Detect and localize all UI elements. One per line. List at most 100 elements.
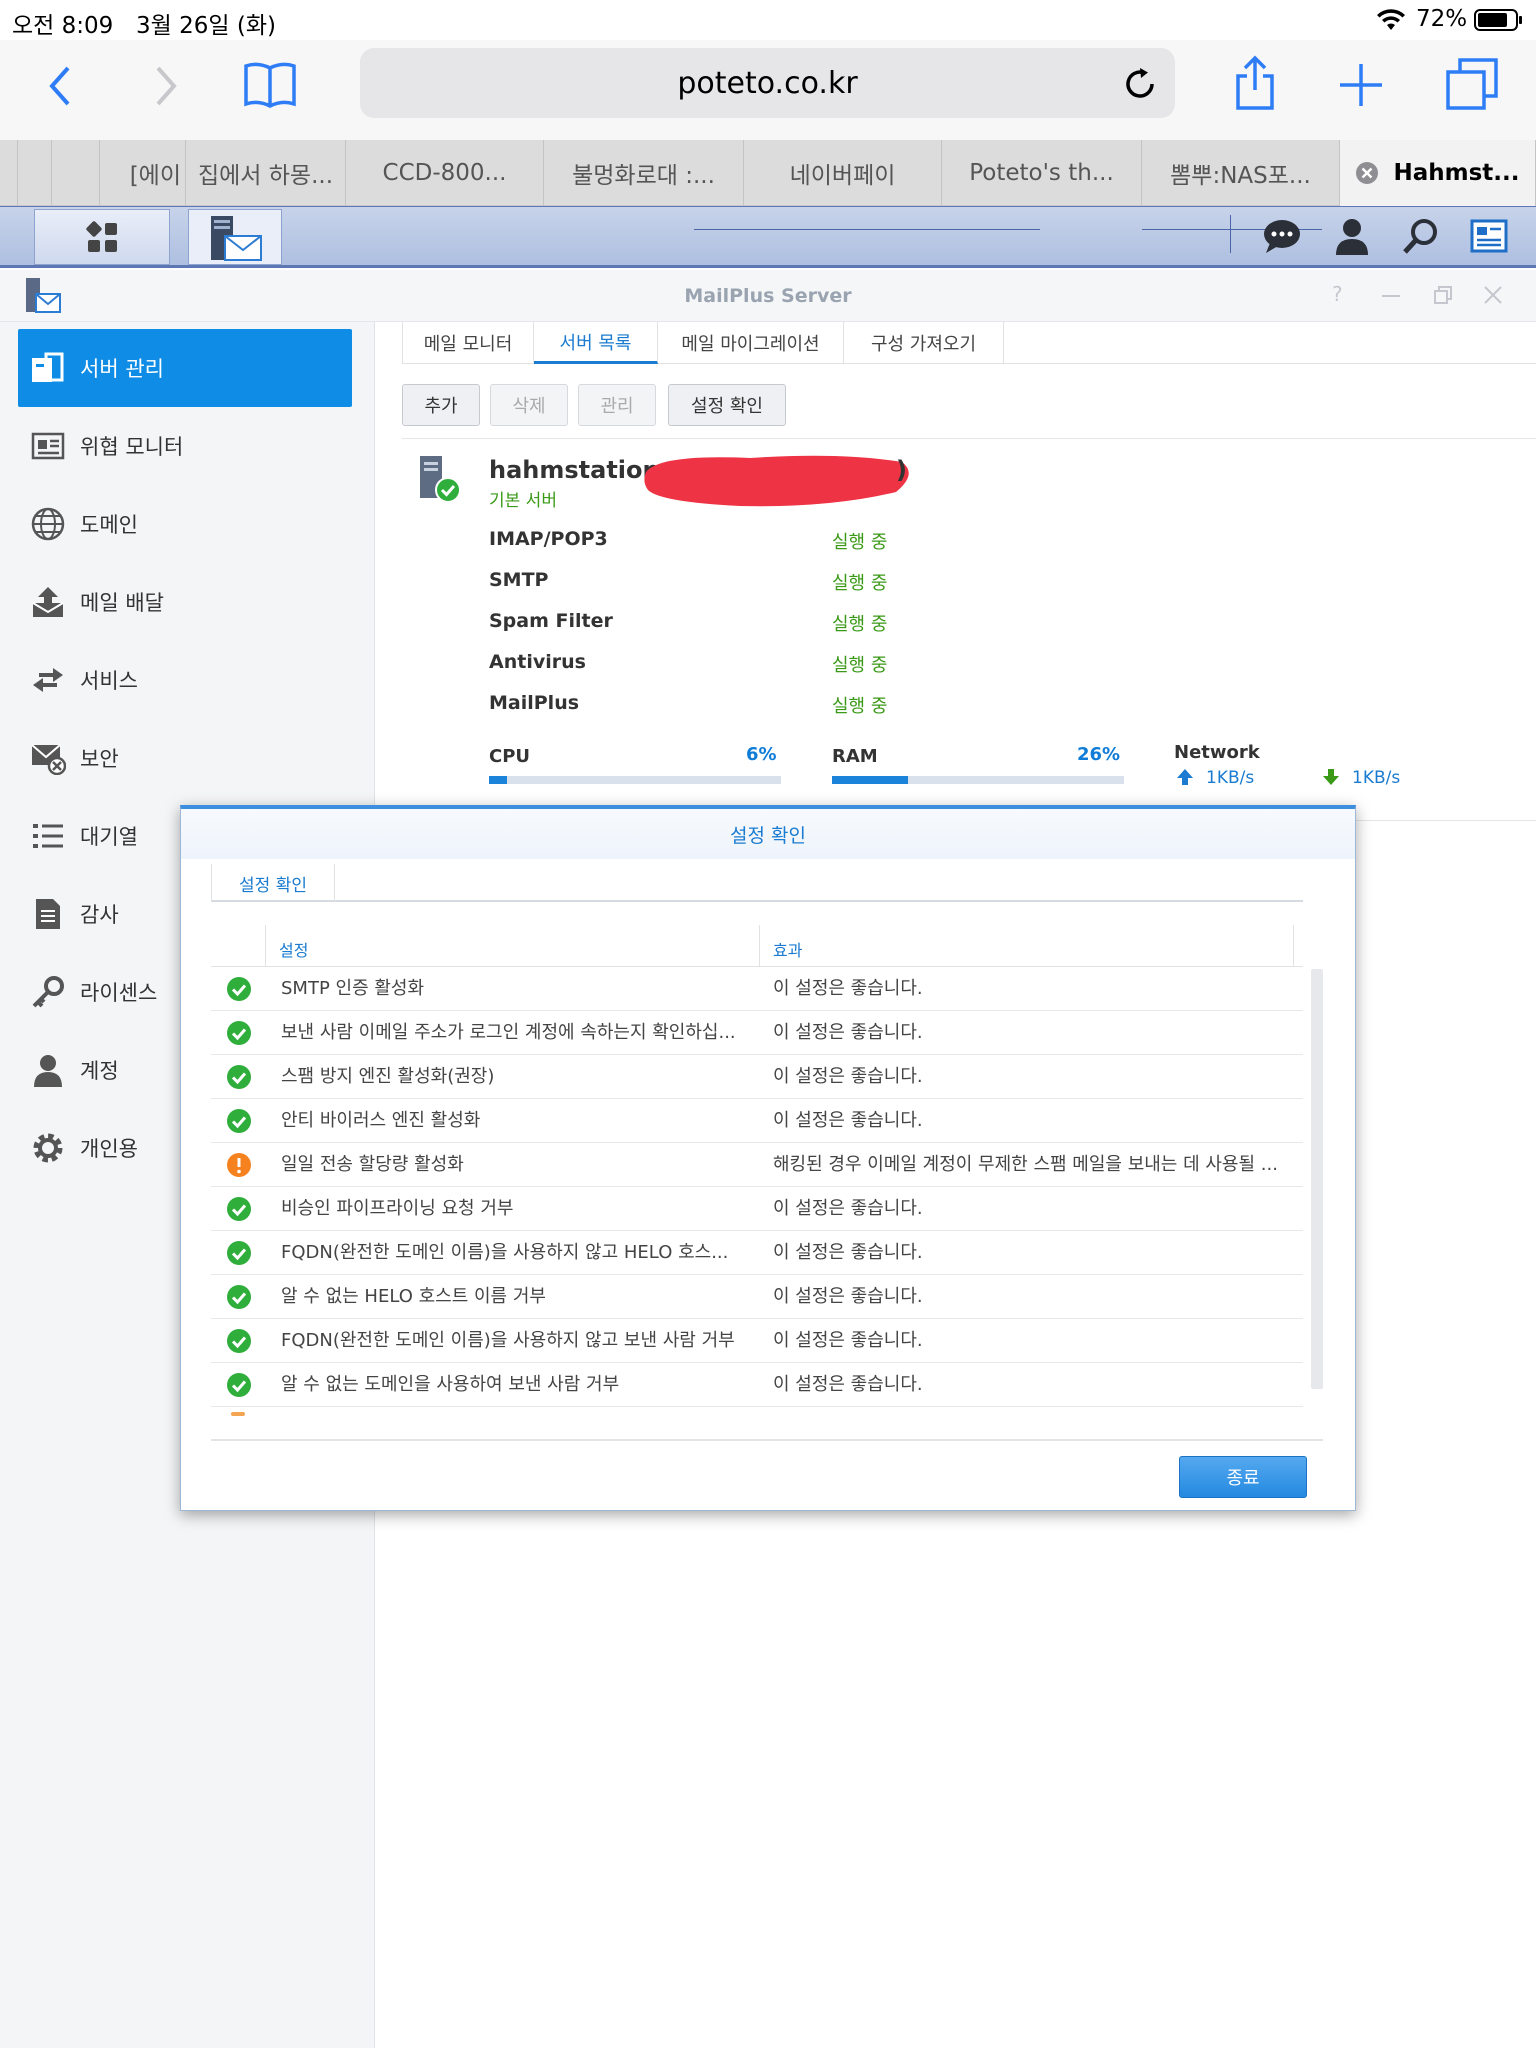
sidebar-item-server-management[interactable]: 서버 관리 [18, 329, 352, 407]
browser-tab-stub[interactable] [18, 140, 52, 206]
browser-tab[interactable]: CCD-800... [346, 140, 544, 206]
table-row[interactable]: FQDN(완전한 도메인 이름)을 사용하지 않고 HELO 호스... 이 설정… [211, 1231, 1303, 1275]
table-scrollbar[interactable] [1311, 969, 1323, 1389]
arrows-exchange-icon [30, 662, 66, 698]
server-role: 기본 서버 [489, 491, 557, 511]
battery-icon [1474, 9, 1522, 31]
row-setting: SMTP 인증 활성화 [281, 978, 425, 999]
table-row[interactable]: 보낸 사람 이메일 주소가 로그인 계정에 속하는지 확인하십... 이 설정은 … [211, 1011, 1303, 1055]
table-row[interactable]: 스팸 방지 엔진 활성화(권장) 이 설정은 좋습니다. [211, 1055, 1303, 1099]
bookmarks-icon[interactable] [242, 60, 298, 110]
main-menu-button[interactable] [34, 209, 170, 265]
browser-tab-stub[interactable] [52, 140, 100, 206]
forward-icon[interactable] [152, 64, 180, 108]
manage-button[interactable]: 관리 [578, 384, 656, 426]
mailplus-taskbar-app[interactable] [188, 209, 282, 265]
sidebar-item-mail-delivery[interactable]: 메일 배달 [18, 563, 352, 641]
tab-server-list[interactable]: 서버 목록 [534, 322, 658, 364]
close-tab-icon[interactable] [1355, 161, 1379, 185]
warning-circle-icon [227, 1153, 251, 1177]
column-header-setting[interactable]: 설정 [279, 937, 308, 961]
browser-tab[interactable]: Poteto's th... [942, 140, 1142, 206]
table-row[interactable]: 알 수 없는 도메인을 사용하여 보낸 사람 거부 이 설정은 좋습니다. [211, 1363, 1303, 1407]
sidebar-item-label: 메일 배달 [80, 591, 164, 615]
sidebar-item-security[interactable]: 보안 [18, 719, 352, 797]
widgets-icon[interactable] [1470, 219, 1508, 253]
tab-label: 메일 모니터 [423, 334, 513, 355]
tab-mail-migration[interactable]: 메일 마이그레이션 [658, 322, 844, 364]
sidebar-item-threat-monitor[interactable]: 위협 모니터 [18, 407, 352, 485]
table-row[interactable]: 비승인 파이프라이닝 요청 거부 이 설정은 좋습니다. [211, 1187, 1303, 1231]
next-row-peek [231, 1412, 245, 1416]
browser-tab[interactable]: 집에서 하몽... [186, 140, 346, 206]
column-divider [1293, 925, 1294, 967]
service-name: MailPlus [489, 692, 580, 714]
user-icon[interactable] [1334, 217, 1370, 255]
list-icon [30, 818, 66, 854]
add-button[interactable]: 추가 [402, 384, 480, 426]
mail-delivery-icon [30, 584, 66, 620]
dialog-footer-separator [211, 1439, 1323, 1441]
dialog-title: 설정 확인 [181, 809, 1355, 859]
notification-chat-icon[interactable] [1262, 217, 1302, 255]
delete-button[interactable]: 삭제 [490, 384, 568, 426]
status-bar: 오전 8:09 3월 26일 (화) 72% [0, 0, 1536, 40]
browser-tab[interactable]: 불멍화로대 :... [544, 140, 744, 206]
button-label: 종료 [1226, 1468, 1260, 1489]
tab-mail-monitor[interactable]: 메일 모니터 [402, 322, 534, 364]
dialog-tab-settings-check[interactable]: 설정 확인 [211, 864, 335, 902]
row-setting: 스팸 방지 엔진 활성화(권장) [281, 1066, 495, 1087]
tabs-overview-icon[interactable] [1444, 56, 1500, 112]
check-circle-icon [227, 1285, 251, 1309]
sidebar-item-domain[interactable]: 도메인 [18, 485, 352, 563]
share-icon[interactable] [1230, 54, 1280, 112]
check-circle-icon [227, 1065, 251, 1089]
close-window-icon[interactable] [1482, 284, 1504, 306]
tab-import-config[interactable]: 구성 가져오기 [844, 322, 1004, 364]
service-name: IMAP/POP3 [489, 528, 608, 550]
sidebar-item-service[interactable]: 서비스 [18, 641, 352, 719]
column-header-effect[interactable]: 효과 [773, 937, 802, 961]
table-row[interactable]: FQDN(완전한 도메인 이름)을 사용하지 않고 보낸 사람 거부 이 설정은 … [211, 1319, 1303, 1363]
browser-tab-stub[interactable] [0, 140, 18, 206]
minimize-icon[interactable] [1380, 288, 1402, 304]
check-settings-button[interactable]: 설정 확인 [668, 384, 786, 426]
table-row[interactable]: 안티 바이러스 엔진 활성화 이 설정은 좋습니다. [211, 1099, 1303, 1143]
browser-tab-label: CCD-800... [382, 160, 507, 186]
browser-tab[interactable]: 뽐뿌:NAS포... [1142, 140, 1340, 206]
ram-label: RAM [832, 746, 878, 767]
table-row[interactable]: 일일 전송 할당량 활성화 해킹된 경우 이메일 계정이 무제한 스팸 메일을 보… [211, 1143, 1303, 1187]
person-icon [30, 1052, 66, 1088]
browser-tab[interactable]: [에이 [100, 140, 186, 206]
row-setting: 안티 바이러스 엔진 활성화 [281, 1110, 481, 1131]
service-status: 실행 중 [832, 573, 888, 594]
row-effect: 이 설정은 좋습니다. [773, 1374, 923, 1395]
document-icon [30, 896, 66, 932]
maximize-icon[interactable] [1432, 284, 1454, 306]
cpu-label: CPU [489, 746, 531, 767]
row-effect: 이 설정은 좋습니다. [773, 1110, 923, 1131]
key-icon [30, 974, 66, 1010]
button-label: 관리 [600, 396, 634, 417]
row-setting: 알 수 없는 HELO 호스트 이름 거부 [281, 1286, 546, 1307]
server-management-icon [30, 350, 66, 386]
browser-tab[interactable]: 네이버페이 [744, 140, 942, 206]
tab-label: 설정 확인 [239, 875, 307, 896]
back-icon[interactable] [46, 64, 74, 108]
dsm-taskbar [0, 206, 1536, 268]
help-icon[interactable]: ? [1332, 282, 1343, 306]
url-bar[interactable]: poteto.co.kr [360, 48, 1175, 118]
button-label: 설정 확인 [691, 396, 763, 417]
service-status: 실행 중 [832, 614, 888, 635]
table-row[interactable]: SMTP 인증 활성화 이 설정은 좋습니다. [211, 967, 1303, 1011]
button-label: 추가 [424, 396, 458, 417]
battery-percent: 72% [1416, 6, 1468, 32]
reload-icon[interactable] [1122, 66, 1158, 102]
close-button[interactable]: 종료 [1179, 1456, 1307, 1498]
status-date: 3월 26일 (화) [136, 13, 276, 39]
gear-icon [30, 1130, 66, 1166]
browser-tab-active[interactable]: Hahmst... [1340, 140, 1536, 206]
table-row[interactable]: 알 수 없는 HELO 호스트 이름 거부 이 설정은 좋습니다. [211, 1275, 1303, 1319]
new-tab-icon[interactable] [1336, 60, 1386, 110]
search-icon[interactable] [1402, 217, 1440, 255]
